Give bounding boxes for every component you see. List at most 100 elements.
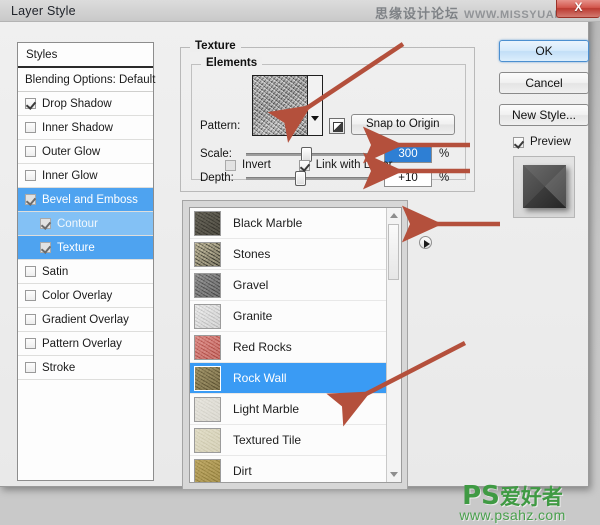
pattern-name: Textured Tile [233, 433, 302, 447]
chevron-down-icon[interactable] [307, 76, 322, 135]
checkbox-icon[interactable] [25, 338, 36, 349]
style-row-drop-shadow[interactable]: Drop Shadow [18, 92, 153, 116]
style-label: Blending Options: Default [25, 73, 156, 86]
texture-group: Texture Elements Pattern: Snap to Origin… [180, 40, 475, 192]
checkbox-checked-icon[interactable] [40, 242, 51, 253]
checkbox-icon[interactable] [25, 290, 36, 301]
pattern-list-item[interactable]: Black Marble [190, 208, 386, 239]
checkbox-checked-icon[interactable] [40, 218, 51, 229]
preview-checkbox[interactable]: Preview [513, 136, 589, 148]
style-row-outer-glow[interactable]: Outer Glow [18, 140, 153, 164]
depth-unit: % [439, 172, 450, 184]
pattern-list-item[interactable]: Textured Tile [190, 425, 386, 456]
pattern-name: Rock Wall [233, 371, 287, 385]
layer-style-dialog: Styles Blending Options: Default Drop Sh… [0, 0, 589, 490]
texture-group-title: Texture [190, 40, 241, 52]
styles-panel: Styles Blending Options: Default Drop Sh… [17, 42, 156, 481]
link-with-layer-checkbox[interactable]: Link with Layer [298, 159, 392, 171]
dialog-content: Styles Blending Options: Default Drop Sh… [0, 22, 589, 490]
style-label: Pattern Overlay [42, 337, 122, 350]
preview-label: Preview [530, 136, 571, 148]
style-row-color-overlay[interactable]: Color Overlay [18, 284, 153, 308]
pattern-list-item[interactable]: Red Rocks [190, 332, 386, 363]
close-icon[interactable]: X [556, 0, 600, 18]
elements-group-title: Elements [201, 57, 263, 69]
depth-slider-row: Depth: +10 % [200, 169, 449, 187]
texture-options-row: Invert Link with Layer [225, 159, 392, 171]
invert-checkbox[interactable]: Invert [225, 159, 271, 171]
style-row-inner-glow[interactable]: Inner Glow [18, 164, 153, 188]
checkbox-checked-icon[interactable] [25, 194, 36, 205]
checkbox-checked-icon [298, 159, 310, 171]
cancel-button[interactable]: Cancel [499, 72, 589, 94]
depth-slider-thumb[interactable] [295, 171, 307, 186]
styles-panel-header: Styles [18, 43, 153, 68]
style-label: Gradient Overlay [42, 313, 129, 326]
new-style-button[interactable]: New Style... [499, 104, 589, 126]
style-row-texture[interactable]: Texture [18, 236, 153, 260]
pattern-name: Dirt [233, 464, 252, 478]
depth-slider[interactable] [246, 169, 374, 187]
style-row-contour[interactable]: Contour [18, 212, 153, 236]
checkbox-icon[interactable] [25, 362, 36, 373]
style-label: Inner Shadow [42, 121, 113, 134]
pattern-list-item[interactable]: Stones [190, 239, 386, 270]
checkbox-checked-icon[interactable] [25, 98, 36, 109]
pattern-picker[interactable] [252, 75, 323, 136]
pattern-list-panel: Black Marble Stones Gravel Granite Red Rocks… [182, 200, 408, 490]
checkbox-icon[interactable] [25, 314, 36, 325]
pattern-row: Pattern: Snap to Origin [200, 75, 455, 136]
scroll-down-icon[interactable] [387, 468, 400, 481]
style-row-bevel-and-emboss[interactable]: Bevel and Emboss [18, 188, 153, 212]
pattern-list-item[interactable]: Granite [190, 301, 386, 332]
depth-input[interactable]: +10 [384, 169, 432, 187]
new-preset-icon[interactable] [329, 118, 345, 134]
snap-to-origin-button[interactable]: Snap to Origin [351, 114, 455, 135]
checkbox-icon[interactable] [25, 146, 36, 157]
pattern-name: Red Rocks [233, 340, 292, 354]
dialog-buttons: OK Cancel New Style... Preview [499, 40, 589, 218]
scroll-up-icon[interactable] [387, 209, 400, 222]
pattern-list-scrollbar[interactable] [386, 208, 401, 482]
style-row-satin[interactable]: Satin [18, 260, 153, 284]
style-label: Drop Shadow [42, 97, 112, 110]
title-bar[interactable]: Layer Style 思缘设计论坛 WWW.MISSYUAN.COM X [0, 0, 600, 22]
style-row-blending-options[interactable]: Blending Options: Default [18, 68, 156, 92]
elements-group: Elements Pattern: Snap to Origin Scale: [191, 57, 466, 187]
pattern-name: Light Marble [233, 402, 300, 416]
window-title: Layer Style [11, 4, 76, 18]
pattern-thumbnail [194, 396, 221, 422]
checkbox-icon[interactable] [25, 170, 36, 181]
style-preview-thumbnail [513, 156, 575, 218]
pattern-list-item[interactable]: Dirt [190, 456, 386, 482]
pattern-list-item[interactable]: Gravel [190, 270, 386, 301]
pattern-thumbnail [194, 334, 221, 360]
checkbox-icon[interactable] [25, 122, 36, 133]
pattern-label: Pattern: [200, 120, 241, 132]
watermark-bottom: PS爱好者 www.psahz.com [430, 483, 595, 524]
pattern-thumbnail [194, 210, 221, 236]
style-row-gradient-overlay[interactable]: Gradient Overlay [18, 308, 153, 332]
pattern-thumbnail [194, 458, 221, 482]
style-row-inner-shadow[interactable]: Inner Shadow [18, 116, 153, 140]
expand-panel-arrow-icon[interactable] [419, 236, 432, 249]
scrollbar-thumb[interactable] [388, 224, 399, 280]
checkbox-icon [225, 159, 236, 171]
checkbox-checked-icon [513, 136, 524, 148]
pattern-list-item[interactable]: Light Marble [190, 394, 386, 425]
style-row-stroke[interactable]: Stroke [18, 356, 153, 380]
pattern-name: Granite [233, 309, 273, 323]
pattern-thumbnail [194, 365, 221, 391]
checkbox-icon[interactable] [25, 266, 36, 277]
depth-label: Depth: [200, 172, 234, 184]
pattern-list-inner: Black Marble Stones Gravel Granite Red Rocks… [189, 207, 402, 483]
styles-list: Drop Shadow Inner Shadow Outer Glow Inner G… [18, 92, 153, 380]
style-row-pattern-overlay[interactable]: Pattern Overlay [18, 332, 153, 356]
bevel-preview-shape [523, 165, 566, 208]
pattern-list-item[interactable]: Rock Wall [190, 363, 386, 394]
style-label: Color Overlay [42, 289, 113, 302]
ok-button[interactable]: OK [499, 40, 589, 62]
scale-unit: % [439, 148, 450, 160]
pattern-name: Stones [233, 247, 271, 261]
pattern-preview-swatch [253, 76, 308, 135]
